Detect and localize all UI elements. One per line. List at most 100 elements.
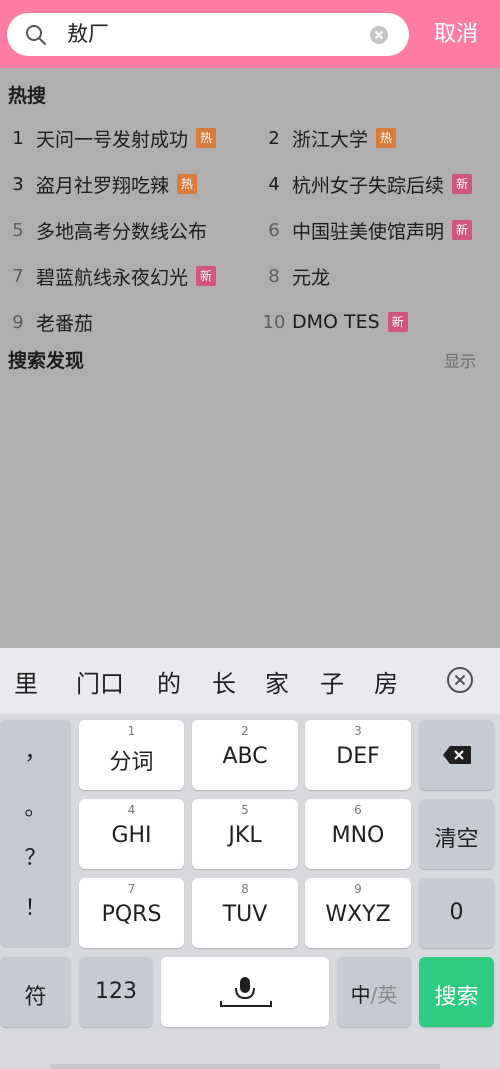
hot-label: 盗月社罗翔吃辣 — [36, 174, 170, 197]
lang-cn: 中 — [350, 983, 371, 1007]
hot-item-1[interactable]: 1 天问一号发射成功 热 — [4, 124, 217, 152]
hot-rank: 2 — [268, 127, 280, 149]
hot-item-5[interactable]: 5 多地高考分数线公布 — [4, 216, 207, 244]
key-label: 搜索 — [434, 985, 479, 1010]
discover-title: 搜索发现 — [8, 350, 85, 372]
key-number: 5 — [241, 803, 249, 817]
key-label: 清空 — [434, 827, 479, 852]
hot-item-4[interactable]: 4 杭州女子失踪后续 新 — [260, 170, 473, 198]
home-indicator-strip — [50, 1064, 440, 1069]
punctuation-column[interactable]: ， 。 ？ ！ — [0, 720, 71, 948]
hot-rank: 5 — [12, 219, 24, 241]
key-number: 1 — [127, 724, 136, 738]
search-box[interactable]: 敖厂 — [7, 13, 409, 56]
hot-rank: 10 — [262, 311, 286, 333]
hot-label: 多地高考分数线公布 — [36, 220, 208, 243]
search-key[interactable]: 搜索 — [419, 957, 494, 1027]
punct-exclaim[interactable]: ！ — [0, 890, 71, 922]
search-input[interactable]: 敖厂 — [67, 21, 109, 47]
candidate-word[interactable]: 里 — [14, 664, 38, 699]
hot-badge: 热 — [376, 128, 397, 148]
hot-item-2[interactable]: 2 浙江大学 热 — [260, 124, 397, 152]
key-label: DEF — [336, 744, 380, 769]
language-label: 中/英 — [337, 979, 411, 1008]
hot-label: 碧蓝航线永夜幻光 — [36, 266, 189, 289]
hot-label: 天问一号发射成功 — [36, 128, 189, 151]
key-label: 符 — [24, 985, 47, 1010]
ime-keyboard: 里 门口 的 长 家 子 房 ， 。 ？ ！ 1 分词 2 ABC 3 DEF … — [0, 648, 500, 1069]
candidate-word[interactable]: 长 — [212, 664, 236, 699]
hot-item-7[interactable]: 7 碧蓝航线永夜幻光 新 — [4, 262, 217, 290]
punct-question[interactable]: ？ — [0, 840, 71, 872]
key-1[interactable]: 1 分词 — [79, 720, 184, 790]
key-number: 9 — [354, 882, 362, 896]
backspace-icon — [443, 746, 471, 764]
key-label: WXYZ — [325, 902, 391, 927]
new-badge: 新 — [387, 312, 408, 332]
hot-label: 浙江大学 — [292, 128, 369, 151]
hot-rank: 1 — [12, 127, 24, 149]
hot-label: 老番茄 — [36, 312, 94, 335]
hot-item-3[interactable]: 3 盗月社罗翔吃辣 热 — [4, 170, 198, 198]
clear-key[interactable]: 清空 — [419, 799, 494, 869]
new-badge: 新 — [196, 266, 217, 286]
candidate-word[interactable]: 家 — [265, 664, 289, 699]
hot-badge: 热 — [196, 128, 217, 148]
symbol-key[interactable]: 符 — [0, 957, 71, 1027]
hot-item-6[interactable]: 6 中国驻美使馆声明 新 — [260, 216, 473, 244]
clear-circle-icon[interactable] — [369, 25, 389, 45]
key-label: JKL — [228, 823, 262, 848]
punct-period[interactable]: 。 — [0, 790, 71, 822]
search-header: 敖厂 取消 — [0, 0, 500, 68]
backspace-key[interactable] — [419, 720, 494, 790]
hot-rank: 9 — [12, 311, 24, 333]
hot-rank: 3 — [12, 173, 24, 195]
key-label: ABC — [222, 744, 268, 769]
key-label: TUV — [222, 902, 268, 927]
hot-badge: 热 — [177, 174, 198, 194]
hot-label: 元龙 — [292, 266, 331, 289]
key-label: MNO — [331, 823, 385, 848]
key-number: 3 — [354, 724, 362, 738]
discover-show-toggle[interactable]: 显示 — [444, 348, 476, 372]
candidate-word[interactable]: 门口 — [76, 664, 124, 699]
key-2[interactable]: 2 ABC — [192, 720, 298, 790]
key-9[interactable]: 9 WXYZ — [305, 878, 411, 948]
close-circle-icon[interactable] — [446, 666, 474, 694]
key-number: 7 — [127, 882, 136, 896]
key-label: GHI — [111, 823, 152, 848]
cancel-button[interactable]: 取消 — [425, 15, 487, 55]
key-0[interactable]: 0 — [419, 878, 494, 948]
key-3[interactable]: 3 DEF — [305, 720, 411, 790]
microphone-icon — [220, 977, 272, 1007]
hot-rank: 7 — [12, 265, 24, 287]
key-label: 分词 — [109, 750, 154, 775]
hot-label: 中国驻美使馆声明 — [292, 220, 445, 243]
key-label: 123 — [95, 979, 137, 1004]
candidate-word[interactable]: 的 — [157, 664, 181, 699]
number-mode-key[interactable]: 123 — [79, 957, 153, 1027]
key-5[interactable]: 5 JKL — [192, 799, 298, 869]
key-label: PQRS — [101, 902, 162, 927]
key-number: 8 — [241, 882, 249, 896]
candidate-bar: 里 门口 的 长 家 子 房 — [0, 648, 500, 714]
key-label: 0 — [449, 900, 464, 925]
hot-rank: 6 — [268, 219, 280, 241]
hot-item-10[interactable]: 10 DMO TES 新 — [260, 308, 408, 336]
candidate-word[interactable]: 子 — [320, 664, 344, 699]
hot-search-title: 热搜 — [8, 85, 47, 107]
punct-comma[interactable]: ， — [0, 734, 71, 766]
key-8[interactable]: 8 TUV — [192, 878, 298, 948]
space-key[interactable] — [161, 957, 329, 1027]
hot-item-8[interactable]: 8 元龙 — [260, 262, 330, 290]
hot-label: DMO TES — [292, 311, 380, 333]
key-4[interactable]: 4 GHI — [79, 799, 184, 869]
key-6[interactable]: 6 MNO — [305, 799, 411, 869]
hot-label: 杭州女子失踪后续 — [292, 174, 445, 197]
key-7[interactable]: 7 PQRS — [79, 878, 184, 948]
key-number: 4 — [127, 803, 136, 817]
hot-item-9[interactable]: 9 老番茄 — [4, 308, 93, 336]
candidate-word[interactable]: 房 — [374, 664, 398, 699]
language-switch-key[interactable]: 中/英 — [337, 957, 411, 1027]
keys-area: ， 。 ？ ！ 1 分词 2 ABC 3 DEF 4 GHI 5 JKL 6 M… — [0, 714, 500, 1069]
